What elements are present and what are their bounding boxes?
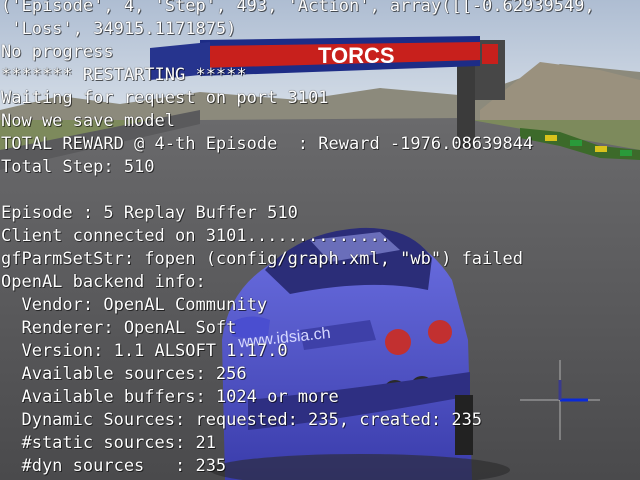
terminal-line: ******* RESTARTING ***** bbox=[1, 65, 247, 85]
terminal-line: Available buffers: 1024 or more bbox=[1, 387, 339, 407]
terminal-line: Vendor: OpenAL Community bbox=[1, 295, 268, 315]
terminal-line: Version: 1.1 ALSOFT 1.17.0 bbox=[1, 341, 288, 361]
terminal-line: gfParmSetStr: fopen (config/graph.xml, "… bbox=[1, 249, 523, 269]
terminal-line: Now we save model bbox=[1, 111, 175, 131]
terminal-line: 'Loss', 34915.1171875) bbox=[1, 19, 237, 39]
terminal-line: TOTAL REWARD @ 4-th Episode : Reward -19… bbox=[1, 134, 534, 154]
terminal-line: ('Episode', 4, 'Step', 493, 'Action', ar… bbox=[1, 0, 595, 16]
terminal-line: Total Step: 510 bbox=[1, 157, 155, 177]
terminal-line: No progress bbox=[1, 42, 114, 62]
terminal-line: #static sources: 21 bbox=[1, 433, 216, 453]
terminal-output: ('Episode', 4, 'Step', 493, 'Action', ar… bbox=[0, 0, 640, 480]
terminal-line: OpenAL backend info: bbox=[1, 272, 206, 292]
terminal-line: Waiting for request on port 3101 bbox=[1, 88, 329, 108]
terminal-line: Client connected on 3101.............. bbox=[1, 226, 390, 246]
terminal-line: Available sources: 256 bbox=[1, 364, 247, 384]
terminal-line: #dyn sources : 235 bbox=[1, 456, 227, 476]
terminal-line: Renderer: OpenAL Soft bbox=[1, 318, 237, 338]
terminal-line: Dynamic Sources: requested: 235, created… bbox=[1, 410, 483, 430]
terminal-line: Episode : 5 Replay Buffer 510 bbox=[1, 203, 298, 223]
